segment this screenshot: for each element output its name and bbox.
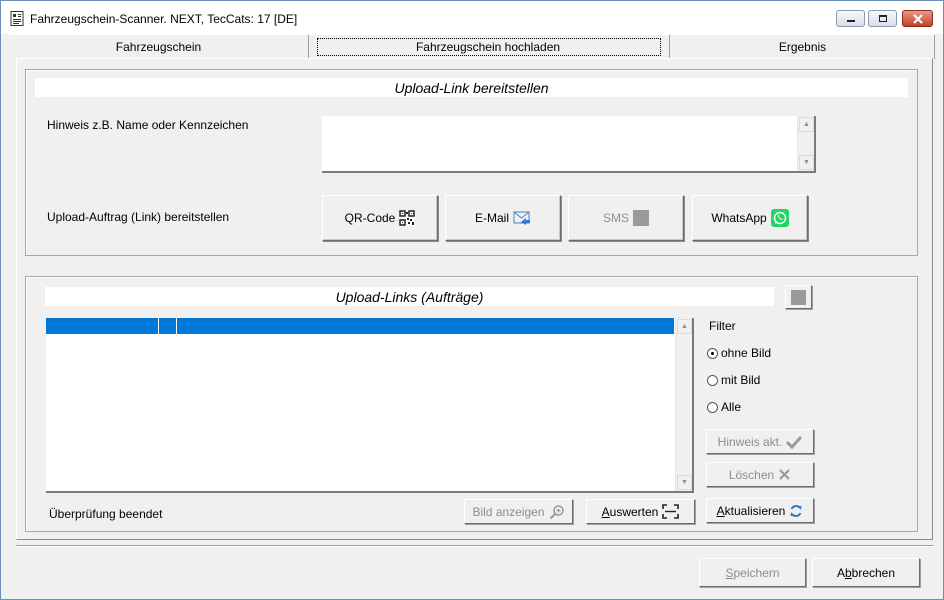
tab-fahrzeugschein-hochladen[interactable]: Fahrzeugschein hochladen [309,34,670,59]
filter-label: Filter [709,319,736,333]
column-divider[interactable] [158,318,159,334]
upload-link-title: Upload-Link bereitstellen [35,78,908,97]
list-scrollbar[interactable]: ▲ ▼ [675,318,692,491]
upload-links-title: Upload-Links (Aufträge) [45,287,774,306]
minimize-icon [846,19,855,22]
tab-bar: Fahrzeugschein Fahrzeugschein hochladen … [9,34,935,59]
app-window: Fahrzeugschein-Scanner. NEXT, TecCats: 1… [0,0,944,600]
filter-alle-radio[interactable]: Alle [707,400,741,414]
save-label: Speichern [725,565,780,580]
tab-content: Upload-Link bereitstellen Hinweis z.B. N… [16,58,933,540]
show-image-button[interactable]: Bild anzeigen [464,499,573,524]
sms-button[interactable]: SMS [568,195,684,241]
hint-update-label: Hinweis akt. [717,434,783,449]
stop-icon [791,289,806,305]
footer-separator [16,545,934,547]
delete-x-icon [779,469,790,480]
radio-label: ohne Bild [721,346,772,360]
refresh-label: Aktualisieren [716,503,786,518]
email-icon [513,211,530,225]
radio-indicator [707,347,718,359]
maximize-button[interactable] [868,10,897,27]
tab-label: Fahrzeugschein hochladen [316,38,662,56]
order-label: Upload-Auftrag (Link) bereitstellen [47,210,230,224]
filter-mit-bild-radio[interactable]: mit Bild [707,373,760,387]
delete-button[interactable]: Löschen [706,462,814,487]
stop-button[interactable] [785,285,812,309]
app-icon [10,11,24,26]
upload-links-list[interactable]: ▲ ▼ [46,318,694,493]
close-icon [912,13,923,24]
filter-ohne-bild-radio[interactable]: ohne Bild [707,346,771,360]
maximize-icon [878,14,887,22]
radio-label: Alle [721,400,742,414]
status-text: Überprüfung beendet [49,507,163,521]
magnifier-icon [549,504,564,519]
cancel-button[interactable]: Abbrechen [812,558,920,587]
list-header-row[interactable] [46,318,674,334]
tab-fahrzeugschein[interactable]: Fahrzeugschein [9,34,309,59]
mnemonic-letter: S [725,565,734,580]
cancel-label: Abbrechen [836,565,896,580]
checkmark-icon [786,435,803,449]
hint-textarea[interactable]: ▲ ▼ [322,116,816,173]
evaluate-button[interactable]: Auswerten [586,499,695,524]
scroll-up-button[interactable]: ▲ [677,319,692,334]
minimize-button[interactable] [836,10,865,27]
upload-link-group: Upload-Link bereitstellen Hinweis z.B. N… [25,69,918,256]
scan-frame-icon [662,504,680,519]
scroll-down-button[interactable]: ▼ [799,155,814,170]
sms-icon [633,210,649,226]
upload-links-group: Upload-Links (Aufträge) ▲ ▼ Filter ohne … [25,276,918,532]
scroll-up-button[interactable]: ▲ [799,117,814,132]
refresh-icon [790,504,802,517]
mnemonic-letter: A [716,503,725,518]
evaluate-label: Auswerten [601,504,659,519]
radio-indicator [707,401,718,413]
email-label: E-Mail [474,211,509,225]
scroll-down-button[interactable]: ▼ [677,475,692,490]
close-button[interactable] [902,10,933,27]
sms-label: SMS [602,211,629,225]
whatsapp-icon [770,209,789,227]
mnemonic-letter: b [844,565,852,580]
window-title: Fahrzeugschein-Scanner. NEXT, TecCats: 1… [30,12,298,26]
refresh-button[interactable]: Aktualisieren [706,498,814,523]
qr-code-label: QR-Code [344,211,396,225]
radio-indicator [707,374,718,386]
qr-code-icon [399,210,416,226]
tab-ergebnis[interactable]: Ergebnis [671,34,935,59]
mnemonic-letter: A [601,504,610,519]
title-bar[interactable]: Fahrzeugschein-Scanner. NEXT, TecCats: 1… [1,1,943,34]
column-divider[interactable] [176,318,177,334]
tab-label: Ergebnis [778,40,827,54]
whatsapp-label: WhatsApp [711,211,767,225]
whatsapp-button[interactable]: WhatsApp [692,195,808,241]
email-button[interactable]: E-Mail [445,195,561,241]
show-image-label: Bild anzeigen [472,504,545,519]
hint-scrollbar[interactable]: ▲ ▼ [797,116,814,171]
delete-label: Löschen [728,467,775,482]
hint-label: Hinweis z.B. Name oder Kennzeichen [47,118,249,132]
radio-label: mit Bild [721,373,761,387]
save-button[interactable]: Speichern [699,558,806,587]
qr-code-button[interactable]: QR-Code [322,195,438,241]
tab-label: Fahrzeugschein [115,40,202,54]
hint-update-button[interactable]: Hinweis akt. [706,429,814,454]
